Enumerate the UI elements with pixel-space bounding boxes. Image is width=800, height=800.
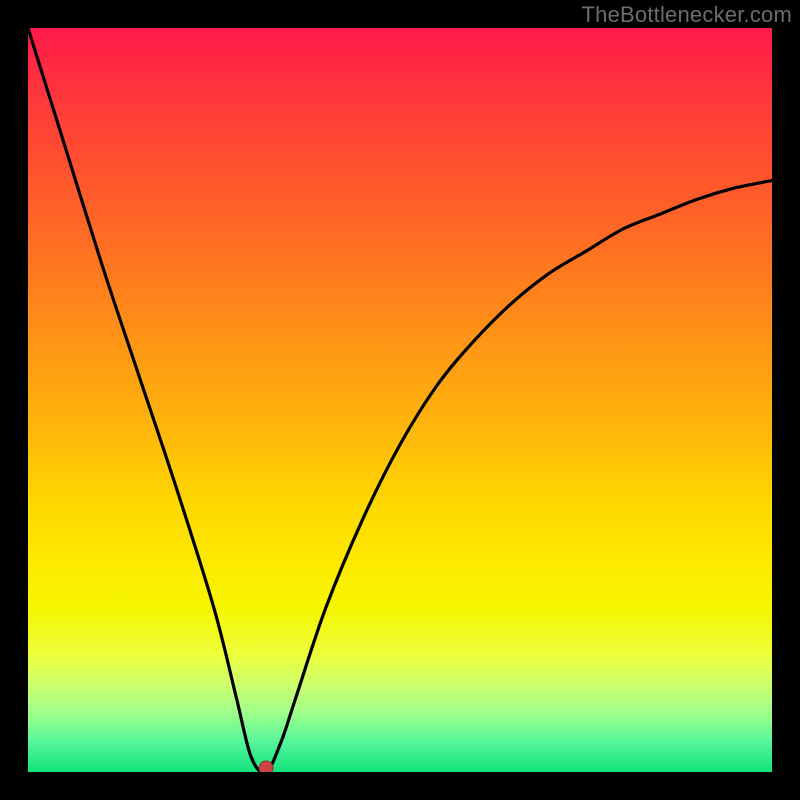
plot-area xyxy=(28,28,772,772)
chart-frame: TheBottlenecker.com xyxy=(0,0,800,800)
bottleneck-curve xyxy=(28,28,772,772)
optimum-marker xyxy=(259,761,273,772)
watermark-label: TheBottlenecker.com xyxy=(582,2,792,28)
